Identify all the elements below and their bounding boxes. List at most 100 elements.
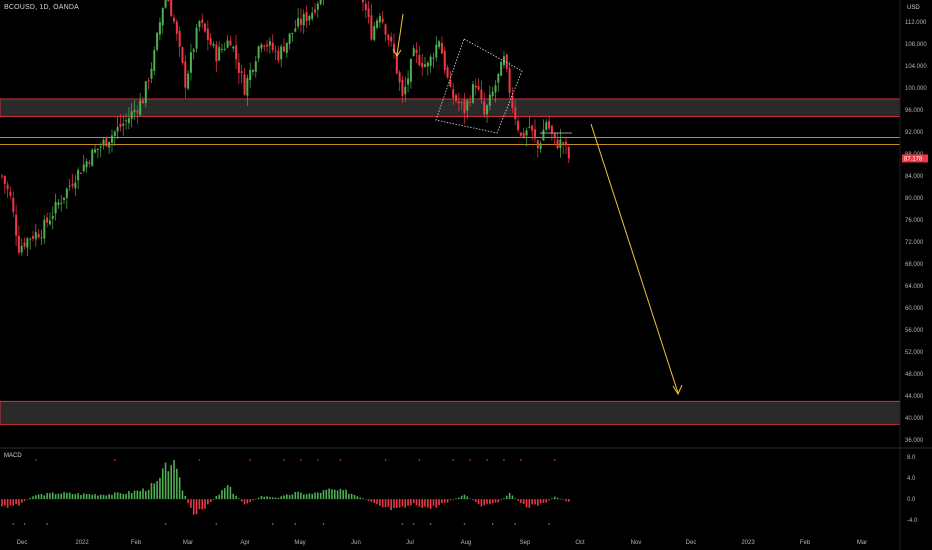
macd-bar	[43, 495, 46, 500]
macd-bar	[396, 499, 398, 508]
candles	[1, 0, 570, 257]
macd-bar	[207, 499, 209, 505]
macd-bar	[240, 499, 243, 502]
candle-body	[74, 182, 77, 189]
macd-bar	[424, 499, 426, 507]
candle-body	[167, 0, 170, 2]
macd-bar	[565, 499, 567, 502]
candle-body	[288, 33, 291, 44]
macd-bar	[477, 499, 480, 505]
macd-bar	[548, 499, 550, 501]
macd-signal-dot	[198, 459, 201, 461]
candle-body	[531, 125, 534, 131]
macd-bar	[412, 499, 415, 504]
candle-body	[125, 120, 128, 122]
candle-body	[511, 95, 514, 108]
macd-bar	[387, 499, 390, 507]
candle-body	[308, 15, 311, 21]
candle-body	[68, 185, 71, 187]
candle-body	[488, 94, 491, 106]
macd-bar	[184, 495, 187, 500]
macd-bar	[373, 499, 376, 504]
candle-body	[235, 45, 238, 60]
candle-body	[48, 220, 51, 225]
candle-body	[556, 139, 559, 149]
macd-bar	[308, 493, 311, 500]
macd-bar	[181, 490, 184, 500]
macd-signal-dot	[12, 523, 15, 525]
candle-body	[452, 89, 455, 98]
candle-body	[387, 34, 390, 40]
macd-bar	[429, 499, 432, 509]
candle-body	[122, 123, 125, 126]
candle-body	[536, 140, 539, 149]
macd-bar	[15, 499, 17, 505]
macd-bar	[528, 499, 531, 508]
macd-bar	[553, 496, 556, 500]
candle-body	[201, 19, 204, 23]
price-tick-label: 84.000	[905, 174, 924, 180]
macd-bar	[108, 494, 110, 500]
candle-body	[311, 12, 314, 19]
macd-bar	[94, 494, 96, 500]
candle-body	[424, 64, 426, 67]
macd-bar	[449, 499, 452, 501]
candle-body	[274, 50, 277, 52]
candle-body	[268, 41, 271, 46]
zones	[0, 98, 901, 425]
time-tick-label: Dec	[17, 540, 28, 546]
candle-body	[12, 197, 15, 212]
support-lines	[0, 137, 900, 145]
candle-body	[460, 101, 463, 103]
time-tick-label: Dec	[686, 540, 697, 546]
candle-body	[480, 89, 483, 100]
candle-body	[443, 50, 446, 70]
macd-bar	[114, 492, 116, 500]
candle-body	[215, 44, 218, 62]
candle-body	[364, 3, 367, 11]
macd-bar	[325, 489, 328, 500]
candle-body	[429, 56, 432, 66]
macd-bar	[82, 493, 85, 500]
macd-bar	[277, 497, 280, 500]
candle-body	[181, 47, 184, 64]
candle-body	[455, 95, 458, 102]
candle-body	[249, 70, 252, 81]
macd-bar	[384, 499, 387, 508]
macd-bar	[187, 499, 189, 504]
price-tick-label: 64.000	[905, 284, 924, 290]
candle-body	[29, 238, 32, 240]
time-tick-label: Oct	[575, 540, 585, 546]
macd-tick-label: 0.0	[907, 497, 916, 503]
macd-bar	[331, 489, 333, 500]
candle-body	[297, 18, 300, 27]
time-tick-label: Feb	[131, 540, 142, 546]
candle-body	[251, 70, 254, 72]
candle-body	[127, 118, 130, 124]
macd-bar	[161, 468, 164, 500]
candle-body	[285, 42, 288, 53]
candle-body	[108, 141, 111, 148]
candle-body	[367, 8, 370, 18]
candle-body	[133, 109, 136, 112]
macd-bar	[6, 499, 9, 508]
candle-body	[147, 80, 150, 82]
macd-bar	[503, 498, 505, 500]
candle-body	[37, 233, 40, 238]
candle-body	[316, 3, 319, 10]
candle-body	[565, 141, 567, 146]
candle-body	[229, 40, 232, 46]
macd-bar	[99, 494, 102, 500]
macd-signal-dot	[271, 523, 274, 525]
candle-body	[99, 146, 102, 148]
macd-bar	[348, 493, 350, 500]
price-badge: 87.178	[902, 154, 928, 163]
candle-body	[54, 201, 57, 214]
price-chart[interactable]: 36.000 40.000 44.000 48.000 52.000 56.000 60.0…	[0, 0, 932, 550]
candle-body	[562, 142, 565, 144]
macd-bar	[221, 490, 223, 500]
candle-body	[271, 42, 274, 50]
candle-body	[223, 48, 226, 50]
macd-bar	[271, 497, 274, 500]
macd-axis: 8.0 4.0 0.0 -4.0	[907, 455, 918, 524]
